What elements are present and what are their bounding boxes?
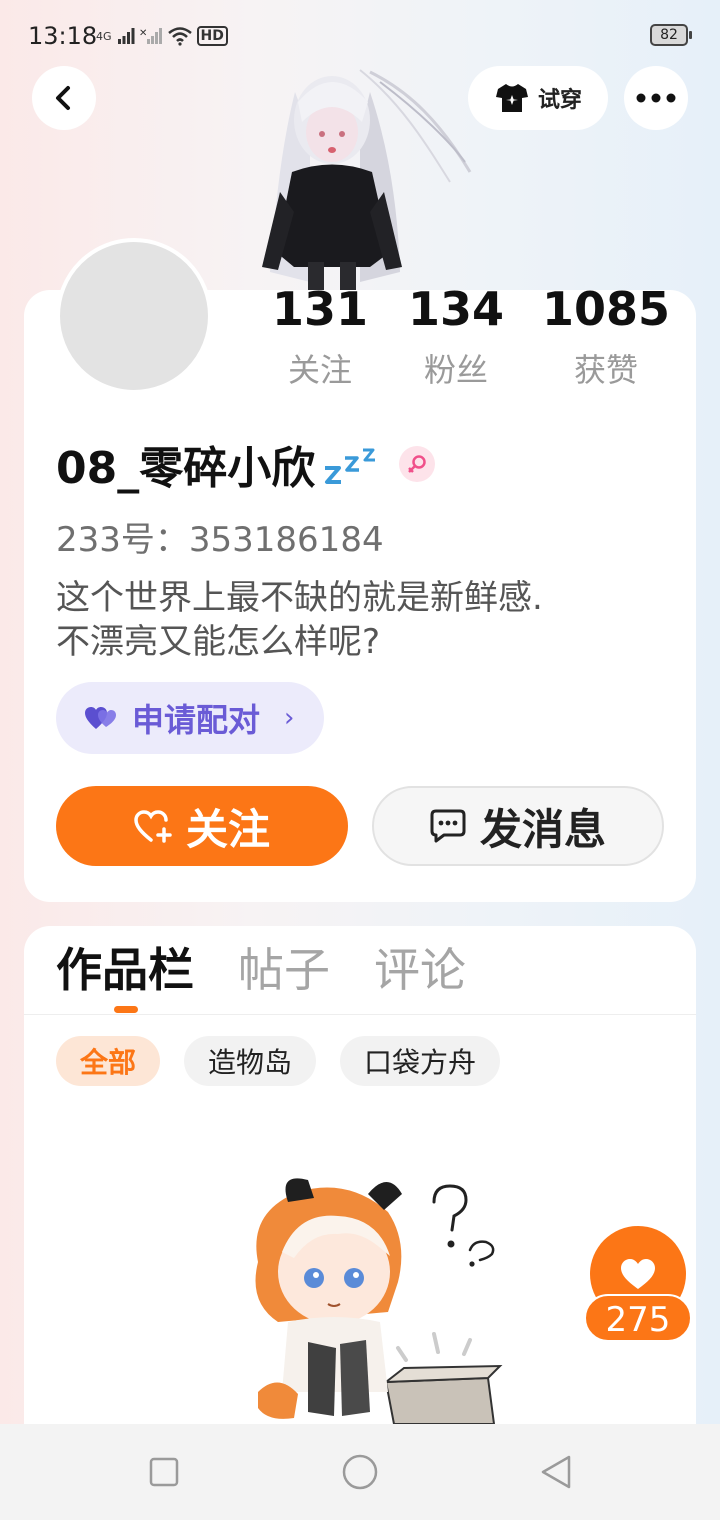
apply-pair-label: 申请配对 <box>132 701 261 739</box>
hd-label: HD <box>196 26 228 46</box>
try-on-button[interactable]: 试穿 <box>468 66 608 130</box>
tab-comments[interactable]: 评论 <box>374 940 466 1000</box>
zzz-icon <box>325 448 376 484</box>
svg-text:✕: ✕ <box>139 28 147 39</box>
signal-x-icon: ✕ <box>139 28 162 44</box>
stat-likes[interactable]: 1085 获赞 <box>540 282 672 390</box>
stat-followers-label: 粉丝 <box>423 351 488 389</box>
stat-following-value: 131 <box>271 282 369 336</box>
username: 08_零碎小欣 <box>56 436 436 494</box>
avatar[interactable] <box>56 238 212 394</box>
stat-followers[interactable]: 134 粉丝 <box>396 282 516 390</box>
send-message-button[interactable]: 发消息 <box>372 786 664 866</box>
content-tabs: 作品栏 帖子 评论 <box>56 940 466 1000</box>
system-nav-bar <box>0 1424 720 1520</box>
status-icons: 4G ✕ HD <box>96 24 228 48</box>
chip-all[interactable]: 全部 <box>56 1036 161 1086</box>
recent-apps-button[interactable] <box>144 1452 184 1492</box>
tshirt-icon <box>495 84 528 112</box>
chat-bubble-icon <box>430 809 466 843</box>
send-message-label: 发消息 <box>479 804 606 854</box>
chevron-left-icon <box>56 86 70 110</box>
heart-icon <box>621 1259 655 1289</box>
username-text: 08_零碎小欣 <box>56 443 316 494</box>
bio-line-2: 不漂亮又能怎么样呢? <box>56 622 381 662</box>
chip-pocket-ark[interactable]: 口袋方舟 <box>340 1036 501 1086</box>
try-on-label: 试穿 <box>537 88 582 113</box>
stat-following-label: 关注 <box>287 351 352 389</box>
apply-pair-button[interactable]: 申请配对 › <box>56 682 324 754</box>
female-gender-icon <box>399 446 436 482</box>
stat-likes-label: 获赞 <box>573 351 638 389</box>
active-tab-indicator <box>114 1006 138 1013</box>
circle-icon <box>342 1454 378 1490</box>
filter-chips: 全部 造物岛 口袋方舟 <box>56 1036 501 1086</box>
chevron-right-icon: › <box>284 703 295 733</box>
wifi-icon <box>167 27 192 46</box>
user-id: 233号：353186184 <box>56 520 384 560</box>
more-dots-icon <box>636 93 676 103</box>
status-time: 13:18 <box>28 22 98 50</box>
battery-indicator: 82 <box>650 24 692 46</box>
like-count: 275 <box>584 1294 692 1342</box>
back-button[interactable] <box>32 66 96 130</box>
profile-character-illustration <box>262 69 472 290</box>
like-float-button[interactable]: 275 <box>584 1226 692 1344</box>
tabs-divider <box>24 1014 696 1015</box>
heart-plus-icon <box>134 810 172 843</box>
follow-label: 关注 <box>185 804 270 854</box>
signal-icon <box>117 28 135 44</box>
empty-state-illustration <box>255 1178 503 1424</box>
square-icon <box>149 1457 179 1487</box>
triangle-back-icon <box>541 1455 571 1489</box>
bio: 这个世界上最不缺的就是新鲜感. 不漂亮又能怎么样呢? <box>56 576 543 664</box>
home-button[interactable] <box>340 1452 380 1492</box>
chip-creation-island[interactable]: 造物岛 <box>184 1036 317 1086</box>
tab-posts[interactable]: 帖子 <box>238 940 330 1000</box>
more-button[interactable] <box>624 66 688 130</box>
network-label: 4G <box>96 29 112 43</box>
back-nav-button[interactable] <box>536 1452 576 1492</box>
tab-works[interactable]: 作品栏 <box>56 940 194 1000</box>
bio-line-1: 这个世界上最不缺的就是新鲜感. <box>56 578 543 618</box>
double-heart-icon <box>85 707 116 729</box>
stat-followers-value: 134 <box>407 282 505 336</box>
follow-button[interactable]: 关注 <box>56 786 348 866</box>
stat-likes-value: 1085 <box>541 282 671 336</box>
stat-following[interactable]: 131 关注 <box>260 282 380 390</box>
